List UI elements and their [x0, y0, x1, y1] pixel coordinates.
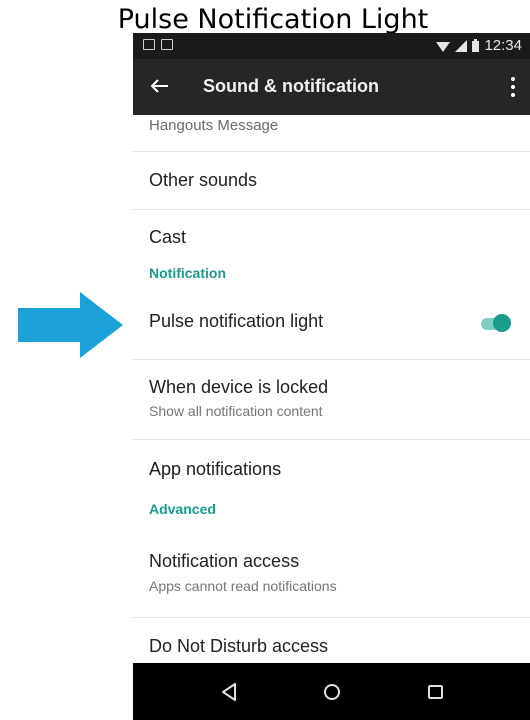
- list-item-pulse-notification-light[interactable]: Pulse notification light: [133, 297, 530, 360]
- navigation-bar: [133, 663, 530, 720]
- list-item-cast[interactable]: Cast: [133, 210, 530, 262]
- list-item-notification-access[interactable]: Notification access Apps cannot read not…: [133, 536, 530, 618]
- triangle-back-icon[interactable]: [218, 680, 242, 704]
- pointer-arrow-icon: [18, 292, 123, 358]
- arrow-left-icon[interactable]: [147, 73, 173, 99]
- more-vert-icon[interactable]: [508, 75, 518, 99]
- list-item-label: When device is locked: [149, 377, 329, 397]
- status-notification-icons: [143, 39, 173, 50]
- phone-screen: 12:34 Sound & notification Hangouts Mess…: [133, 33, 530, 720]
- app-bar-title: Sound & notification: [203, 76, 379, 96]
- status-system-icons: 12:34: [436, 37, 522, 54]
- message-notification-icon: [161, 39, 173, 50]
- square-recents-icon[interactable]: [424, 680, 448, 704]
- list-item-hangouts-message[interactable]: Hangouts Message: [133, 115, 530, 152]
- status-bar: 12:34: [133, 33, 530, 59]
- status-clock: 12:34: [484, 37, 522, 54]
- section-header-advanced: Advanced: [133, 498, 530, 536]
- list-item-label: Do Not Disturb access: [149, 636, 329, 656]
- list-item-label: Other sounds: [149, 170, 258, 190]
- list-item-label: Pulse notification light: [149, 311, 324, 331]
- list-item-do-not-disturb-access[interactable]: Do Not Disturb access: [133, 618, 530, 663]
- app-bar: Sound & notification: [133, 59, 530, 115]
- list-item-summary: Apps cannot read notifications: [149, 578, 337, 594]
- list-item-other-sounds[interactable]: Other sounds: [133, 152, 530, 210]
- pulse-light-toggle[interactable]: [481, 312, 511, 334]
- section-title: Advanced: [149, 501, 216, 517]
- battery-icon: [472, 39, 480, 52]
- circle-home-icon[interactable]: [320, 680, 344, 704]
- section-title: Notification: [149, 265, 226, 281]
- list-item-label: Notification access: [149, 551, 300, 571]
- list-item-when-device-locked[interactable]: When device is locked Show all notificat…: [133, 360, 530, 440]
- wifi-icon: [436, 41, 451, 52]
- list-item-app-notifications[interactable]: App notifications: [133, 440, 530, 498]
- section-header-notification: Notification: [133, 262, 530, 297]
- list-item-summary: Show all notification content: [149, 403, 323, 419]
- list-item-label: Cast: [149, 227, 187, 247]
- list-item-label: App notifications: [149, 459, 282, 479]
- list-item-label: Hangouts Message: [149, 117, 279, 134]
- screenshot-notification-icon: [143, 39, 155, 50]
- toggle-thumb: [493, 314, 511, 332]
- cell-signal-icon: [455, 39, 468, 52]
